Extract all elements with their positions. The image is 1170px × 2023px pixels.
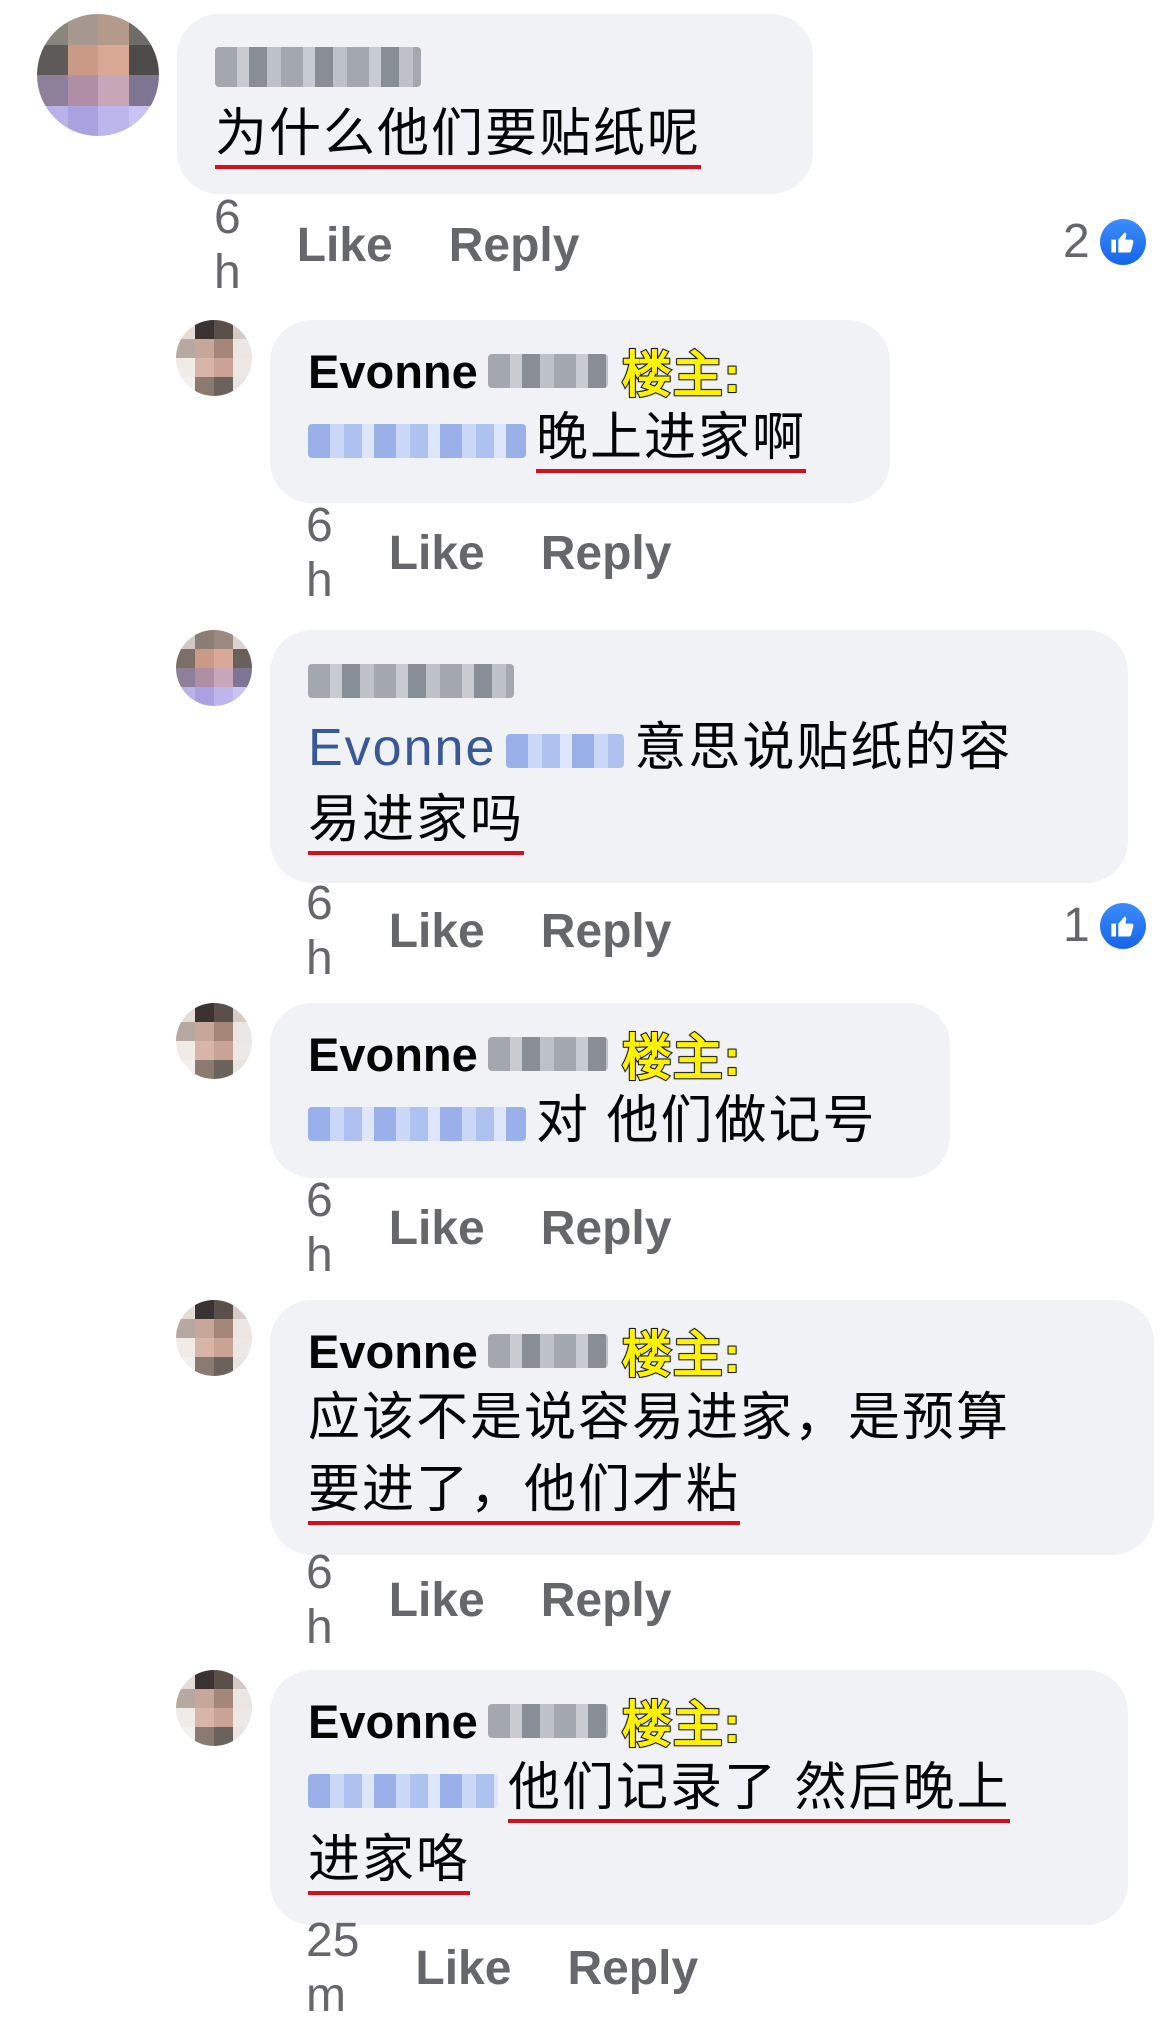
avatar[interactable]: [176, 320, 252, 396]
reaction-count[interactable]: 1: [1063, 898, 1146, 953]
timestamp[interactable]: 6 h: [214, 190, 241, 300]
reply-button[interactable]: Reply: [449, 218, 580, 273]
avatar[interactable]: [176, 1003, 252, 1079]
author-line: Evonne 楼主:: [308, 340, 852, 405]
op-badge: 楼主:: [621, 1696, 742, 1754]
author-line: [308, 650, 1090, 712]
like-button[interactable]: Like: [389, 1201, 485, 1256]
comment-text-line-1: 他们记录了 然后晚上: [508, 1759, 1011, 1823]
comment-thread: 为什么他们要贴纸呢 6 h Like Reply 2 Evonne 楼主: 晚上…: [0, 0, 1170, 2022]
thumbs-up-icon: [1099, 218, 1146, 265]
like-button[interactable]: Like: [415, 1941, 511, 1996]
like-button[interactable]: Like: [389, 526, 485, 581]
comment-bubble: Evonne 意思说贴纸的容 易进家吗: [270, 630, 1128, 883]
comment-text: Evonne 意思说贴纸的容 易进家吗: [308, 712, 1090, 856]
comment-text-line-2: 进家咯: [308, 1831, 471, 1895]
reply-button[interactable]: Reply: [541, 904, 672, 959]
author-name[interactable]: Evonne: [308, 344, 478, 399]
author-line: Evonne 楼主:: [308, 1320, 1116, 1385]
timestamp[interactable]: 25 m: [306, 1913, 359, 2023]
reply-button[interactable]: Reply: [541, 526, 672, 581]
mention-link[interactable]: Evonne: [308, 719, 496, 777]
redacted-author-name[interactable]: [215, 47, 421, 87]
like-button[interactable]: Like: [389, 904, 485, 959]
redacted-mention[interactable]: [308, 424, 526, 459]
redacted-author-name[interactable]: [308, 664, 514, 698]
reply-button[interactable]: Reply: [541, 1201, 672, 1256]
comment-meta: 6 h Like Reply: [306, 1174, 727, 1282]
comment-text: 晚上进家啊: [308, 402, 852, 474]
comment-text: 为什么他们要贴纸呢: [215, 98, 775, 170]
timestamp[interactable]: 6 h: [306, 498, 333, 608]
avatar[interactable]: [176, 1300, 252, 1376]
comment-bubble: 为什么他们要贴纸呢: [177, 14, 813, 194]
author-name[interactable]: Evonne: [308, 1324, 478, 1379]
author-line: [215, 36, 775, 98]
comment-text-line-2: 易进家吗: [308, 791, 525, 855]
redacted-author-surname[interactable]: [487, 354, 608, 388]
comment-text: 对 他们做记号: [308, 1085, 912, 1157]
comment-meta: 6 h Like Reply: [214, 191, 635, 299]
op-badge: 楼主:: [621, 1029, 742, 1087]
comment-meta: 6 h Like Reply: [306, 877, 727, 985]
comment-bubble: Evonne 楼主: 晚上进家啊: [270, 320, 890, 503]
redacted-mention[interactable]: [308, 1107, 526, 1142]
timestamp[interactable]: 6 h: [306, 1173, 333, 1283]
redacted-author-surname[interactable]: [487, 1334, 608, 1368]
author-line: Evonne 楼主:: [308, 1023, 912, 1088]
comment-bubble: Evonne 楼主: 他们记录了 然后晚上 进家咯: [270, 1670, 1128, 1925]
reply-button[interactable]: Reply: [541, 1573, 672, 1628]
like-button[interactable]: Like: [297, 218, 393, 273]
reaction-count[interactable]: 2: [1063, 214, 1146, 269]
comment-bubble: Evonne 楼主: 应该不是说容易进家，是预算 要进了，他们才粘: [270, 1300, 1154, 1555]
author-name[interactable]: Evonne: [308, 1027, 478, 1082]
avatar[interactable]: [176, 1670, 252, 1746]
author-name[interactable]: Evonne: [308, 1694, 478, 1749]
timestamp[interactable]: 6 h: [306, 876, 333, 986]
redacted-mention[interactable]: [308, 1774, 498, 1809]
timestamp[interactable]: 6 h: [306, 1545, 333, 1655]
comment-text-line-1: 应该不是说容易进家，是预算: [308, 1389, 1011, 1447]
redacted-mention[interactable]: [506, 734, 625, 769]
reply-button[interactable]: Reply: [567, 1941, 698, 1996]
reaction-number: 2: [1063, 215, 1090, 268]
comment-meta: 6 h Like Reply: [306, 499, 727, 607]
comment-meta: 6 h Like Reply: [306, 1546, 727, 1654]
like-button[interactable]: Like: [389, 1573, 485, 1628]
op-badge: 楼主:: [621, 346, 742, 404]
op-badge: 楼主:: [621, 1326, 742, 1384]
thumbs-up-icon: [1099, 902, 1146, 949]
author-line: Evonne 楼主:: [308, 1690, 1090, 1755]
comment-meta: 25 m Like Reply: [306, 1914, 754, 2022]
redacted-author-surname[interactable]: [487, 1037, 608, 1071]
comment-bubble: Evonne 楼主: 对 他们做记号: [270, 1003, 950, 1178]
comment-text-line-1: 意思说贴纸的容: [634, 719, 1013, 777]
comment-text: 应该不是说容易进家，是预算 要进了，他们才粘: [308, 1382, 1116, 1526]
avatar[interactable]: [176, 630, 252, 706]
comment-text: 他们记录了 然后晚上 进家咯: [308, 1752, 1090, 1896]
comment-text-line-2: 要进了，他们才粘: [308, 1461, 741, 1525]
reaction-number: 1: [1063, 899, 1090, 952]
redacted-author-surname[interactable]: [487, 1704, 608, 1738]
avatar[interactable]: [37, 14, 159, 136]
